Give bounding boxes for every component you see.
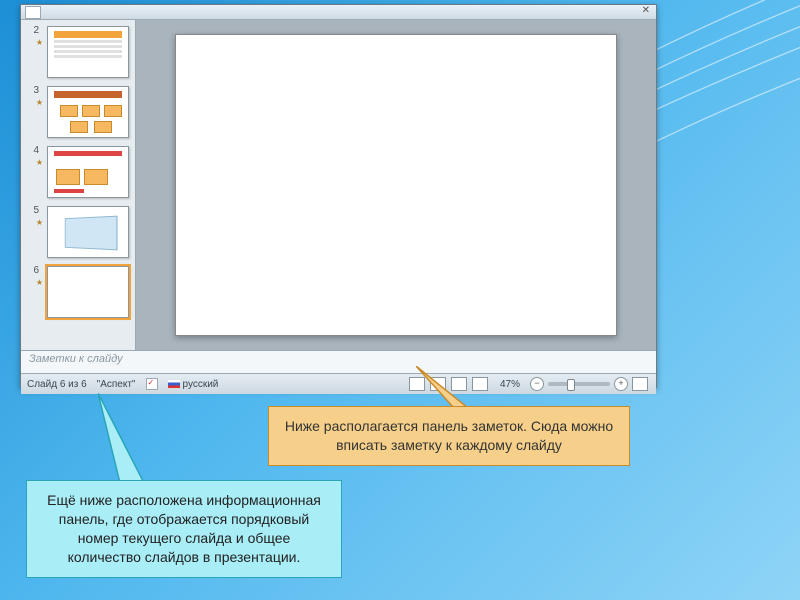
thumb-number: 3 [25,86,39,96]
thumb-number: 6 [25,266,39,276]
flag-icon [168,380,180,388]
animation-star-icon: ★ [36,98,43,107]
notes-placeholder: Заметки к слайду [29,353,123,365]
language-indicator[interactable]: русский [168,379,219,390]
status-bar: Слайд 6 из 6 "Аспект" русский 47% − + [21,373,656,394]
thumbnail-row[interactable]: 2 ★ [21,24,135,84]
slide-counter: Слайд 6 из 6 [27,379,87,390]
callout-text: Ниже располагается панель заметок. Сюда … [285,418,613,453]
slide-thumbnail-5[interactable] [47,206,129,258]
callout-status-bar: Ещё ниже расположена информационная пане… [26,480,342,578]
animation-star-icon: ★ [36,218,43,227]
notes-panel[interactable]: Заметки к слайду [21,350,656,373]
animation-star-icon: ★ [36,278,43,287]
callout-text: Ещё ниже расположена информационная пане… [47,492,321,565]
slide-thumbnail-3[interactable] [47,86,129,138]
theme-name: "Аспект" [97,379,136,390]
fit-to-window-button[interactable] [632,377,648,391]
zoom-percent[interactable]: 47% [500,379,520,390]
slide-editor-area[interactable] [136,20,656,350]
language-label: русский [183,379,219,390]
thumbnail-row[interactable]: 6 ★ [21,264,135,324]
powerpoint-window: ✕ 2 ★ 3 ★ [20,4,657,388]
thumb-number: 5 [25,206,39,216]
outline-tab[interactable] [25,6,41,19]
zoom-out-button[interactable]: − [530,377,544,391]
zoom-slider-thumb[interactable] [567,379,575,391]
thumb-number: 4 [25,146,39,156]
animation-star-icon: ★ [36,38,43,47]
slide-thumbnail-4[interactable] [47,146,129,198]
current-slide-canvas[interactable] [175,34,617,336]
thumb-number-col: 6 ★ [25,266,43,287]
tab-strip: ✕ [21,5,656,20]
thumbnail-row[interactable]: 3 ★ [21,84,135,144]
zoom-in-button[interactable]: + [614,377,628,391]
thumbnail-row[interactable]: 5 ★ [21,204,135,264]
spellcheck-indicator[interactable] [146,378,158,390]
callout-tail-cyan [98,393,168,491]
slide-thumbnail-panel[interactable]: 2 ★ 3 ★ [21,20,136,350]
thumb-number-col: 5 ★ [25,206,43,227]
slide-thumbnail-6[interactable] [47,266,129,318]
callout-notes-panel: Ниже располагается панель заметок. Сюда … [268,406,630,466]
thumb-number: 2 [25,26,39,36]
thumbnail-row[interactable]: 4 ★ [21,144,135,204]
thumb-number-col: 2 ★ [25,26,43,47]
thumb-number-col: 4 ★ [25,146,43,167]
thumb-number-col: 3 ★ [25,86,43,107]
close-pane-icon[interactable]: ✕ [642,5,650,16]
window-body: 2 ★ 3 ★ [21,20,656,350]
zoom-slider[interactable] [548,382,610,386]
spellcheck-icon [146,378,158,390]
animation-star-icon: ★ [36,158,43,167]
slide-thumbnail-2[interactable] [47,26,129,78]
